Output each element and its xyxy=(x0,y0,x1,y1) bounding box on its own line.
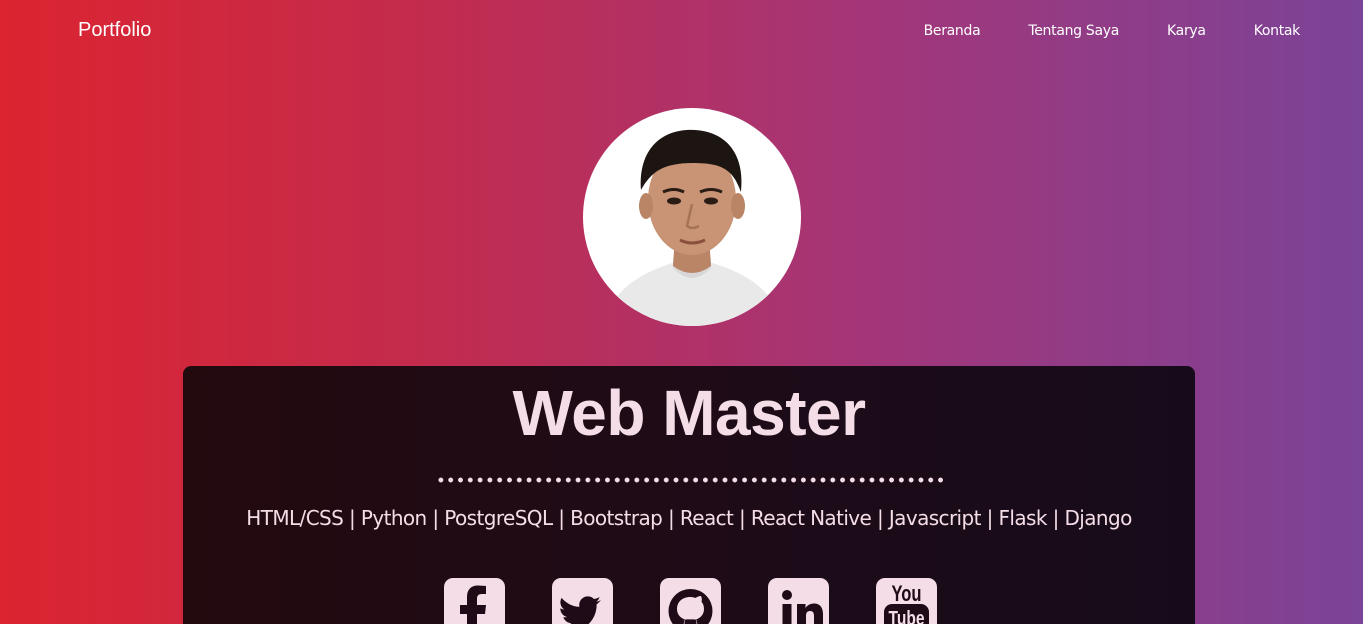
skills-text: HTML/CSS | Python | PostgreSQL | Bootstr… xyxy=(246,506,1132,530)
github-link[interactable] xyxy=(660,578,721,624)
nav-link-beranda[interactable]: Beranda xyxy=(924,23,981,39)
avatar xyxy=(583,108,801,326)
youtube-icon: You Tube xyxy=(884,581,929,624)
nav-links: Beranda Tentang Saya Karya Kontak xyxy=(924,23,1301,39)
svg-text:Tube: Tube xyxy=(889,608,925,624)
twitter-icon xyxy=(560,596,601,624)
linkedin-link[interactable] xyxy=(768,578,829,624)
github-icon xyxy=(668,589,713,624)
brand-link[interactable]: Portfolio xyxy=(78,19,151,42)
hero-card: Web Master HTML/CSS | Python | PostgreSQ… xyxy=(183,366,1195,624)
social-links: You Tube xyxy=(444,578,937,624)
nav-link-kontak[interactable]: Kontak xyxy=(1254,23,1301,39)
youtube-link[interactable]: You Tube xyxy=(876,578,937,624)
linkedin-icon xyxy=(782,590,823,624)
profile-photo-icon xyxy=(603,129,783,326)
facebook-icon xyxy=(460,585,486,624)
facebook-link[interactable] xyxy=(444,578,505,624)
twitter-link[interactable] xyxy=(552,578,613,624)
nav-link-tentang-saya[interactable]: Tentang Saya xyxy=(1028,23,1119,39)
navbar: Portfolio Beranda Tentang Saya Karya Kon… xyxy=(0,0,1363,62)
youtube-you-text: You xyxy=(892,581,922,606)
nav-link-karya[interactable]: Karya xyxy=(1167,23,1206,39)
dotted-divider xyxy=(436,477,946,483)
page-title: Web Master xyxy=(512,377,866,449)
